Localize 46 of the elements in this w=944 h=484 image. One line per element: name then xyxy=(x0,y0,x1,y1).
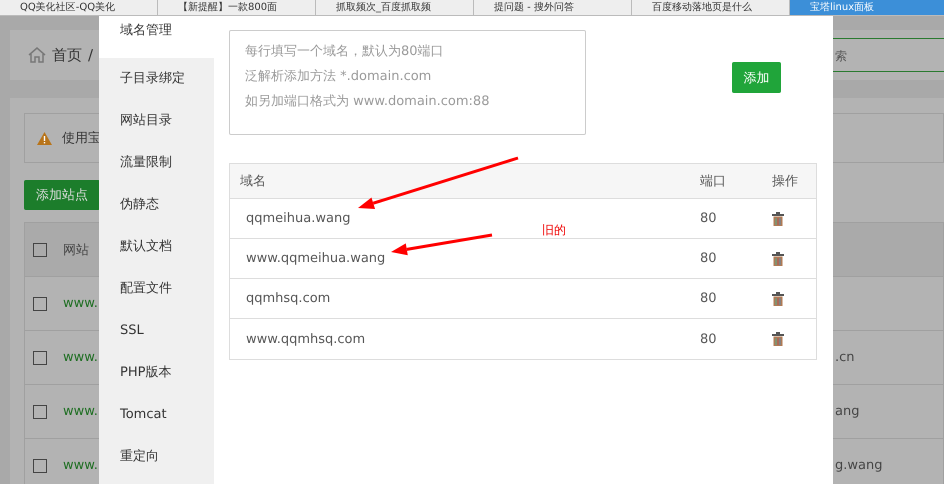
domain-cell-text: www.qqmhsq.com xyxy=(245,332,366,346)
column-header: 端口 xyxy=(699,173,727,190)
breadcrumb-link[interactable]: 首页 xyxy=(52,46,82,64)
port-cell-text: 80 xyxy=(699,211,718,226)
menu-item[interactable]: 子目录绑定 xyxy=(99,58,214,100)
port-cell-text: 80 xyxy=(699,251,718,266)
browser-tab[interactable]: 百度移动落地页是什么 xyxy=(632,0,790,15)
trash-icon[interactable] xyxy=(772,332,784,346)
port-cell-text: 80 xyxy=(699,332,718,346)
column-header: 操作 xyxy=(771,173,799,190)
domain-cell-text: www.qqmeihua.wang xyxy=(245,251,386,266)
browser-tab[interactable]: 【新提醒】一款800面 xyxy=(158,0,316,15)
menu-item[interactable]: SSL xyxy=(99,310,214,352)
trash-icon[interactable] xyxy=(772,292,784,306)
column-header: 网站 xyxy=(63,242,89,258)
menu-item[interactable]: Tomcat xyxy=(99,394,214,436)
menu-item[interactable]: 流量限制 xyxy=(99,142,214,184)
table-cell: g.wang xyxy=(835,458,882,473)
menu-item[interactable]: 网站目录 xyxy=(99,100,214,142)
checkbox[interactable] xyxy=(33,404,47,418)
trash-icon[interactable] xyxy=(772,212,784,226)
add-site-button[interactable]: 添加站点 xyxy=(24,180,100,210)
menu-item[interactable]: PHP版本 xyxy=(99,352,214,394)
breadcrumb-separator: / xyxy=(88,46,94,64)
table-cell: ang xyxy=(835,404,860,419)
annotation-note: 旧的 xyxy=(542,222,566,239)
column-header: 域名 xyxy=(239,173,267,190)
menu-item[interactable]: 伪静态 xyxy=(99,184,214,226)
checkbox[interactable] xyxy=(33,350,47,364)
browser-tab[interactable]: QQ美化社区-QQ美化 xyxy=(0,0,158,15)
warning-icon xyxy=(37,132,52,144)
menu-item[interactable]: 配置文件 xyxy=(99,268,214,310)
checkbox[interactable] xyxy=(33,242,47,256)
menu-item[interactable]: 域名管理 xyxy=(99,16,214,58)
browser-tab[interactable]: 抓取频次_百度抓取频 xyxy=(316,0,474,15)
menu-item[interactable]: 默认文档 xyxy=(99,226,214,268)
checkbox[interactable] xyxy=(33,458,47,472)
browser-tab[interactable]: 提问题 - 搜外问答 xyxy=(474,0,632,15)
menu-item[interactable]: 重定向 xyxy=(99,436,214,478)
home-icon xyxy=(28,47,46,63)
domain-cell-text: qqmeihua.wang xyxy=(245,211,352,226)
port-cell-text: 80 xyxy=(699,291,718,306)
checkbox[interactable] xyxy=(33,296,47,310)
trash-icon[interactable] xyxy=(772,252,784,266)
domain-cell-text: qqmhsq.com xyxy=(245,291,332,306)
table-cell: .cn xyxy=(835,350,855,365)
